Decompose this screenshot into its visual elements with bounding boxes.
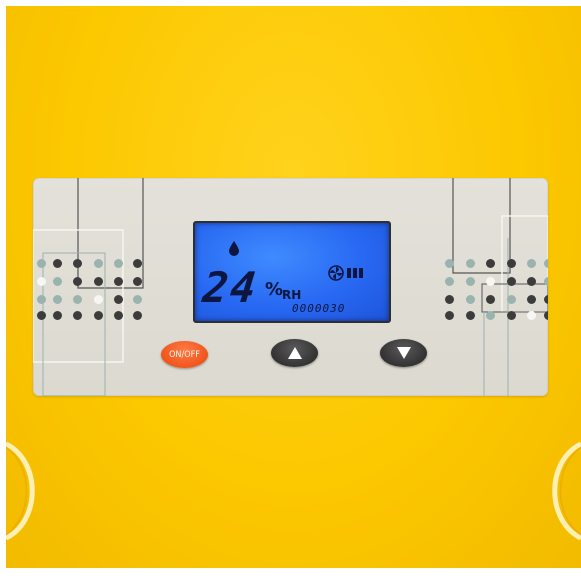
- increase-button[interactable]: [271, 339, 318, 367]
- control-panel: 24 % RH 0000030 ON/OFF: [33, 178, 548, 396]
- lcd-display: 24 % RH 0000030: [193, 221, 391, 323]
- percent-sign: %: [265, 279, 284, 300]
- humidity-readout: 24: [200, 263, 261, 312]
- power-button[interactable]: ON/OFF: [161, 341, 208, 368]
- power-button-label: ON/OFF: [169, 349, 200, 360]
- fan-speed-icon: [328, 265, 363, 281]
- up-arrow-icon: [287, 347, 302, 359]
- down-arrow-icon: [396, 347, 411, 359]
- left-panel-pattern: [33, 178, 144, 396]
- water-drop-icon: [229, 241, 239, 256]
- dehumidifier-body: 24 % RH 0000030 ON/OFF: [6, 6, 581, 568]
- right-panel-pattern: [452, 178, 548, 396]
- decrease-button[interactable]: [380, 339, 427, 367]
- left-handle-decoration: [6, 441, 35, 541]
- right-handle-decoration: [552, 441, 581, 541]
- secondary-readout: 0000030: [292, 302, 346, 315]
- humidity-unit: RH: [282, 288, 302, 302]
